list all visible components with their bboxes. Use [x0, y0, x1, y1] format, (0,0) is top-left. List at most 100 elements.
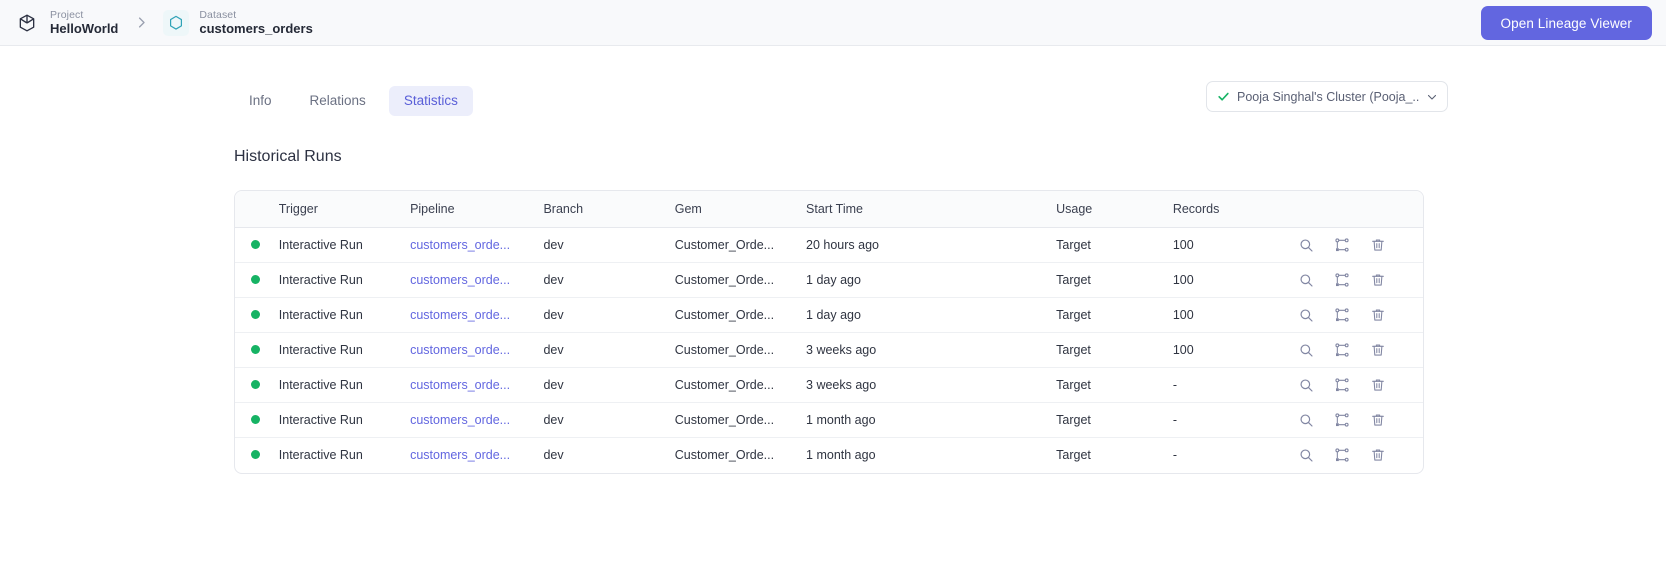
- pipeline-link[interactable]: customers_orde...: [410, 378, 510, 392]
- pipeline-link[interactable]: customers_orde...: [410, 308, 510, 322]
- table-row[interactable]: Interactive Run customers_orde... dev Custo…: [235, 332, 1423, 368]
- cell-usage: Target: [1056, 262, 1173, 298]
- column-header-usage: Usage: [1056, 191, 1173, 228]
- trash-icon[interactable]: [1370, 412, 1387, 429]
- page-title: Historical Runs: [234, 148, 342, 165]
- cell-records: -: [1172, 448, 1177, 463]
- pipeline-link[interactable]: customers_orde...: [410, 448, 510, 462]
- table-row[interactable]: Interactive Run customers_orde... dev Custo…: [235, 262, 1423, 298]
- table-row[interactable]: Interactive Run customers_orde... dev Custo…: [235, 227, 1423, 263]
- cell-usage: Target: [1056, 367, 1173, 403]
- cell-gem: Customer_Orde...: [674, 402, 807, 438]
- lineage-graph-icon[interactable]: [1334, 272, 1351, 289]
- pipeline-link[interactable]: customers_orde...: [410, 273, 510, 287]
- breadcrumb-project[interactable]: Project HelloWorld: [14, 9, 118, 37]
- cell-trigger: Interactive Run: [278, 227, 411, 263]
- column-header-actions: [1297, 191, 1423, 228]
- pipeline-link[interactable]: customers_orde...: [410, 238, 510, 252]
- cell-trigger: Interactive Run: [278, 367, 411, 403]
- pipeline-link[interactable]: customers_orde...: [410, 413, 510, 427]
- lineage-graph-icon[interactable]: [1334, 307, 1351, 324]
- open-lineage-viewer-button[interactable]: Open Lineage Viewer: [1480, 6, 1652, 40]
- row-status-cell: [235, 402, 279, 438]
- status-dot-icon: [251, 310, 260, 319]
- column-header-branch: Branch: [543, 191, 675, 228]
- cell-start-time: 3 weeks ago: [806, 367, 1057, 403]
- tab-relations[interactable]: Relations: [295, 86, 381, 116]
- status-dot-icon: [251, 240, 260, 249]
- column-header-start-time: Start Time: [806, 191, 1057, 228]
- table-row[interactable]: Interactive Run customers_orde... dev Custo…: [235, 402, 1423, 438]
- cell-trigger: Interactive Run: [278, 297, 411, 333]
- cell-gem: Customer_Orde...: [674, 297, 807, 333]
- row-status-cell: [235, 227, 279, 263]
- lineage-graph-icon[interactable]: [1334, 342, 1351, 359]
- cell-records: 100: [1172, 227, 1298, 263]
- search-icon[interactable]: [1298, 447, 1315, 464]
- tab-statistics[interactable]: Statistics: [388, 86, 473, 116]
- column-header-status: [235, 191, 279, 228]
- column-header-trigger: Trigger: [278, 191, 411, 228]
- cell-start-time: 1 day ago: [806, 262, 1057, 298]
- cell-branch: dev: [543, 262, 675, 298]
- search-icon[interactable]: [1298, 342, 1315, 359]
- row-status-cell: [235, 438, 279, 473]
- status-dot-icon: [251, 275, 260, 284]
- search-icon[interactable]: [1298, 377, 1315, 394]
- cell-usage: Target: [1056, 448, 1091, 463]
- breadcrumb-dataset[interactable]: Dataset customers_orders: [163, 9, 313, 37]
- cluster-selector[interactable]: Pooja Singhal's Cluster (Pooja_...: [1206, 81, 1448, 112]
- cell-start-time: 1 day ago: [806, 297, 1057, 333]
- cell-records: 100: [1172, 297, 1298, 333]
- lineage-graph-icon[interactable]: [1334, 412, 1351, 429]
- cell-records: 100: [1172, 262, 1298, 298]
- cell-gem: Customer_Orde...: [674, 448, 775, 463]
- cell-pipeline: customers_orde...: [410, 262, 544, 298]
- trash-icon[interactable]: [1370, 307, 1387, 324]
- cell-records: -: [1172, 402, 1298, 438]
- trash-icon[interactable]: [1370, 342, 1387, 359]
- row-status-cell: [235, 332, 279, 368]
- cell-trigger: Interactive Run: [278, 402, 411, 438]
- cell-start-time: 1 month ago: [806, 448, 876, 463]
- cell-branch: dev: [543, 332, 675, 368]
- cell-usage: Target: [1056, 227, 1173, 263]
- search-icon[interactable]: [1298, 272, 1315, 289]
- table-row[interactable]: Interactive Run customers_orde... dev Custo…: [235, 438, 1423, 473]
- cell-actions: [1298, 438, 1423, 473]
- cell-actions: [1297, 402, 1423, 438]
- lineage-graph-icon[interactable]: [1334, 447, 1351, 464]
- cell-usage: Target: [1056, 402, 1173, 438]
- trash-icon[interactable]: [1370, 447, 1387, 464]
- project-value: HelloWorld: [50, 20, 119, 36]
- trash-icon[interactable]: [1370, 272, 1387, 289]
- column-header-pipeline: Pipeline: [410, 191, 544, 228]
- cell-actions: [1297, 262, 1423, 298]
- cell-pipeline: customers_orde...: [410, 438, 543, 473]
- search-icon[interactable]: [1298, 412, 1315, 429]
- table-row[interactable]: Interactive Run customers_orde... dev Custo…: [235, 297, 1423, 333]
- cell-actions: [1297, 367, 1423, 403]
- cell-records: -: [1172, 367, 1298, 403]
- cell-gem: Customer_Orde...: [674, 332, 807, 368]
- tab-info[interactable]: Info: [234, 86, 287, 116]
- project-label: Project: [50, 8, 84, 21]
- status-dot-icon: [251, 415, 260, 424]
- cluster-name: Pooja Singhal's Cluster (Pooja_...: [1237, 89, 1419, 104]
- pipeline-link[interactable]: customers_orde...: [410, 343, 510, 357]
- trash-icon[interactable]: [1370, 377, 1387, 394]
- tab-bar: Info Relations Statistics Pooja Singhal'…: [0, 81, 1666, 118]
- search-icon[interactable]: [1298, 307, 1315, 324]
- cube-icon: [14, 10, 40, 36]
- cell-branch: dev: [543, 227, 675, 263]
- check-icon: [1217, 90, 1230, 103]
- historical-runs-table: Trigger Pipeline Branch Gem Start Time U…: [234, 190, 1424, 474]
- table-row[interactable]: Interactive Run customers_orde... dev Custo…: [235, 367, 1423, 403]
- search-icon[interactable]: [1298, 237, 1315, 254]
- cell-trigger: Interactive Run: [278, 262, 411, 298]
- table-header-row: Trigger Pipeline Branch Gem Start Time U…: [235, 191, 1423, 228]
- lineage-graph-icon[interactable]: [1334, 237, 1351, 254]
- cell-gem: Customer_Orde...: [674, 227, 807, 263]
- lineage-graph-icon[interactable]: [1334, 377, 1351, 394]
- trash-icon[interactable]: [1370, 237, 1387, 254]
